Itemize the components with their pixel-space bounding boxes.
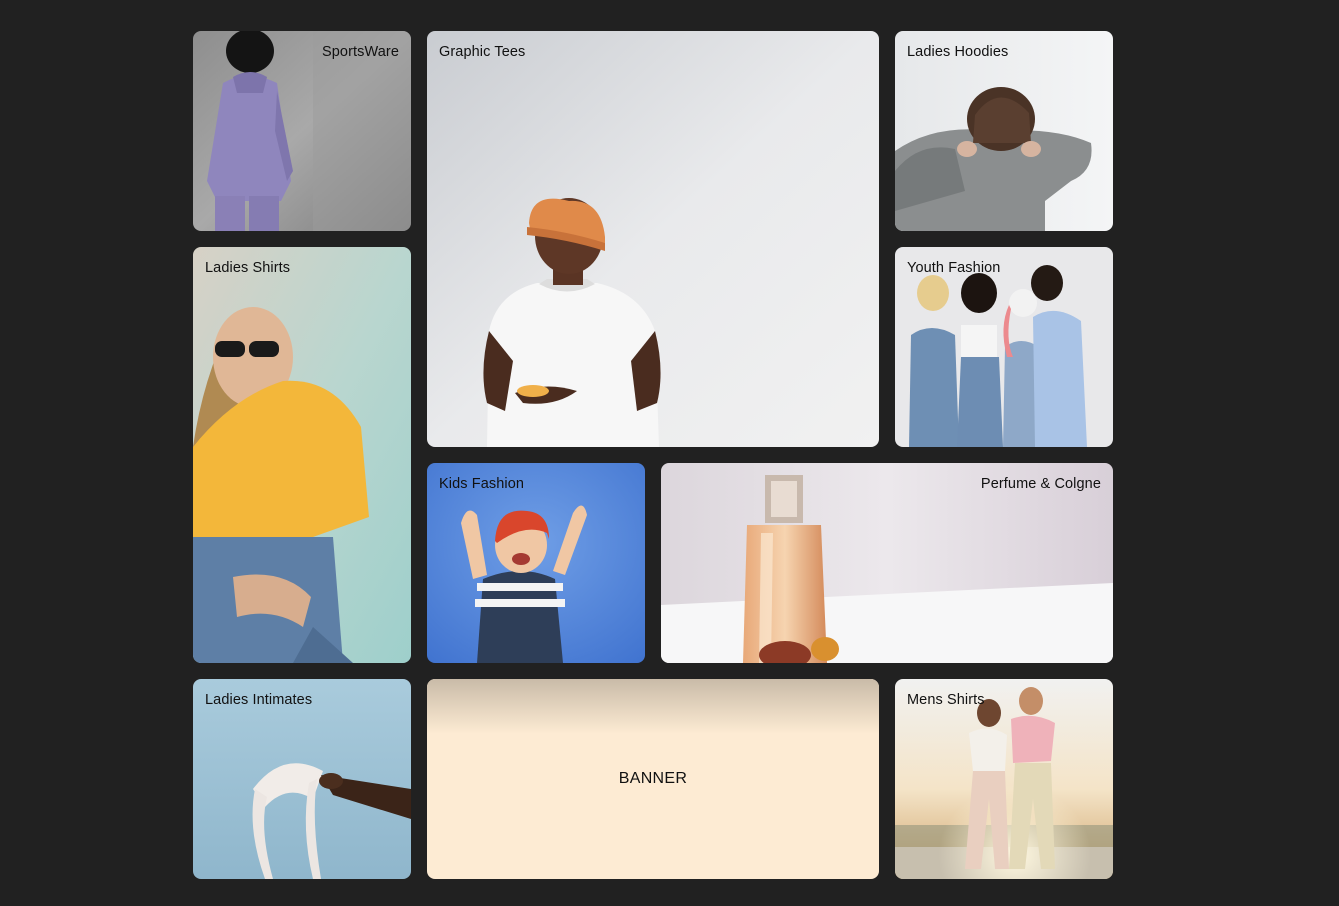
tile-sportsware[interactable]: SportsWare	[193, 31, 411, 231]
kids-fashion-photo	[427, 463, 645, 663]
banner-tile[interactable]: BANNER	[427, 679, 879, 879]
tile-label: SportsWare	[321, 44, 399, 60]
tile-label: Graphic Tees	[439, 44, 526, 60]
tile-label: Mens Shirts	[907, 692, 985, 708]
perfume-photo	[661, 463, 1113, 663]
tile-label: Perfume & Colgne	[980, 476, 1101, 492]
tile-label: Ladies Shirts	[205, 260, 291, 276]
ladies-shirts-photo	[193, 247, 411, 663]
tile-mens-shirts[interactable]: Mens Shirts	[895, 679, 1113, 879]
banner-fade	[427, 679, 879, 734]
tile-ladies-intimates[interactable]: Ladies Intimates	[193, 679, 411, 879]
tile-kids-fashion[interactable]: Kids Fashion	[427, 463, 645, 663]
ladies-hoodies-photo	[895, 31, 1113, 231]
tile-graphic-tees[interactable]: Graphic Tees	[427, 31, 879, 447]
category-grid: SportsWare Graphic Tees Ladies Hoodies L…	[0, 0, 1339, 906]
graphic-tees-photo	[427, 31, 879, 447]
tile-label: Ladies Intimates	[205, 692, 313, 708]
mens-shirts-photo	[895, 679, 1113, 879]
tile-label: Kids Fashion	[439, 476, 525, 492]
tile-label: Ladies Hoodies	[907, 44, 1009, 60]
tile-label: Youth Fashion	[907, 260, 1001, 276]
tile-youth-fashion[interactable]: Youth Fashion	[895, 247, 1113, 447]
sportsware-photo	[193, 31, 411, 231]
tile-ladies-hoodies[interactable]: Ladies Hoodies	[895, 31, 1113, 231]
ladies-intimates-photo	[193, 679, 411, 879]
banner-label: BANNER	[618, 770, 688, 787]
tile-ladies-shirts[interactable]: Ladies Shirts	[193, 247, 411, 663]
youth-fashion-photo	[895, 247, 1113, 447]
tile-perfume-cologne[interactable]: Perfume & Colgne	[661, 463, 1113, 663]
